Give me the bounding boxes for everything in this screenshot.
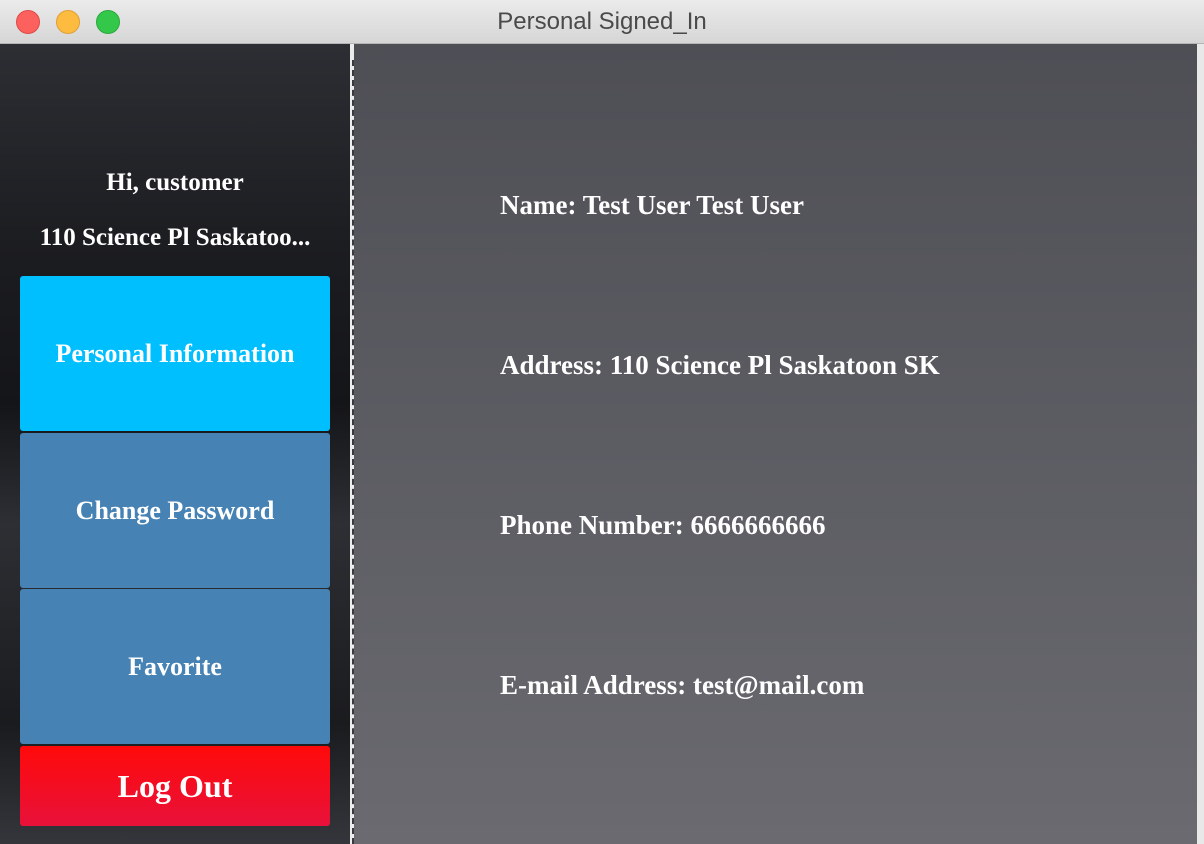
app-window: Personal Signed_In Hi, customer 110 Scie… [0, 0, 1204, 844]
sidebar-address: 110 Science Pl Saskatoo... [39, 224, 311, 251]
personal-info-panel: Name: Test User Test User Address: 110 S… [354, 44, 1204, 844]
phone-field: Phone Number: 6666666666 [500, 510, 826, 540]
favorite-button[interactable]: Favorite [20, 589, 330, 744]
personal-information-button[interactable]: Personal Information [20, 276, 330, 431]
log-out-button[interactable]: Log Out [20, 746, 330, 826]
window-edge [1197, 44, 1204, 844]
address-field: Address: 110 Science Pl Saskatoon SK [500, 350, 940, 380]
greeting-text: Hi, customer [106, 169, 244, 196]
window-title: Personal Signed_In [497, 8, 707, 35]
change-password-button[interactable]: Change Password [20, 433, 330, 588]
title-bar[interactable]: Personal Signed_In [0, 0, 1204, 44]
name-field: Name: Test User Test User [500, 190, 804, 220]
sidebar: Hi, customer 110 Science Pl Saskatoo... … [0, 44, 350, 844]
email-field: E-mail Address: test@mail.com [500, 670, 865, 700]
